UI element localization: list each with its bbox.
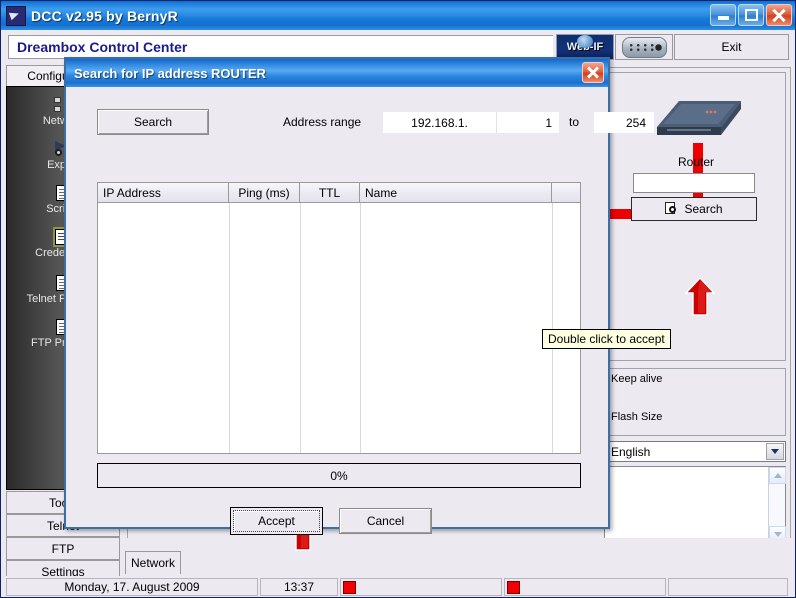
page-title: Dreambox Control Center <box>17 39 188 55</box>
results-grid[interactable]: IP Address Ping (ms) TTL Name <box>97 182 581 454</box>
keep-alive-label: Keep alive <box>611 373 663 385</box>
column-header-ping[interactable]: Ping (ms) <box>229 183 300 202</box>
column-header-name[interactable]: Name <box>360 183 552 202</box>
annotation-arrow-search <box>685 278 715 316</box>
dialog-body: Search Address range 192.168.1. 1 to 254… <box>66 87 654 535</box>
cancel-button[interactable]: Cancel <box>339 508 432 534</box>
alive-group: Keep alive Flash Size <box>604 368 786 436</box>
status-square-icon <box>343 580 356 594</box>
device-address-input[interactable] <box>633 173 755 193</box>
window-controls <box>710 3 792 26</box>
dialog-title-bar: Search for IP address ROUTER <box>66 59 608 87</box>
status-date: Monday, 17. August 2009 <box>6 578 258 596</box>
remote-control-icon <box>622 37 667 58</box>
grid-column-divider <box>300 203 301 453</box>
dialog-search-button[interactable]: Search <box>97 109 209 135</box>
application-window: DCC v2.95 by BernyR Dreambox Control Cen… <box>0 0 796 598</box>
exit-button[interactable]: Exit <box>674 34 789 60</box>
grid-column-divider <box>360 203 361 453</box>
globe-icon <box>577 35 593 48</box>
log-textarea[interactable] <box>604 466 786 544</box>
header-title-box: Dreambox Control Center <box>8 35 553 59</box>
grid-column-divider <box>229 203 230 453</box>
status-square-icon <box>507 580 520 594</box>
language-selected-label: English <box>611 444 651 459</box>
status-time: 13:37 <box>260 578 338 596</box>
tab-network[interactable]: Network <box>125 551 181 574</box>
router-image <box>657 101 741 135</box>
status-extra <box>668 578 788 596</box>
address-prefix-field: 192.168.1. <box>383 112 496 133</box>
device-search-label: Search <box>684 202 723 216</box>
device-search-button[interactable]: Search <box>631 197 757 221</box>
address-from-input[interactable]: 1 <box>496 112 559 133</box>
results-grid-header: IP Address Ping (ms) TTL Name <box>98 183 580 203</box>
address-range-label: Address range <box>283 115 362 129</box>
chevron-down-icon[interactable] <box>766 443 784 460</box>
title-bar: DCC v2.95 by BernyR <box>1 1 795 30</box>
maximize-icon[interactable] <box>738 4 764 26</box>
language-dropdown[interactable]: English <box>604 441 786 462</box>
close-icon[interactable] <box>766 4 792 26</box>
satellite-dish-icon <box>6 5 26 26</box>
dialog-close-icon[interactable] <box>582 62 604 83</box>
progress-bar: 0% <box>97 463 581 488</box>
tab-strip <box>125 538 795 550</box>
column-header-extra[interactable] <box>552 183 580 202</box>
remote-control-button[interactable] <box>615 34 673 60</box>
search-ip-dialog: Search for IP address ROUTER Search Addr… <box>64 57 654 535</box>
tooltip: Double click to accept <box>542 329 671 349</box>
magnifier-icon <box>665 202 679 216</box>
accept-button-label: Accept <box>233 510 320 532</box>
log-scrollbar[interactable] <box>768 467 786 543</box>
column-header-ttl[interactable]: TTL <box>300 183 360 202</box>
minimize-icon[interactable] <box>710 4 736 26</box>
window-title: DCC v2.95 by BernyR <box>31 7 178 24</box>
device-name-label: Router <box>677 155 715 169</box>
results-grid-rows <box>98 203 580 453</box>
status-indicator-2 <box>504 578 666 596</box>
scroll-up-icon[interactable] <box>769 467 786 484</box>
address-to-input[interactable]: 254 <box>594 112 654 133</box>
address-to-label: to <box>569 115 580 129</box>
status-bar: Monday, 17. August 2009 13:37 <box>2 576 795 597</box>
column-header-ip-address[interactable]: IP Address <box>98 183 229 202</box>
dialog-title: Search for IP address ROUTER <box>74 65 266 81</box>
sidebar-button-ftp[interactable]: FTP <box>6 537 120 560</box>
status-indicator-1 <box>340 578 502 596</box>
accept-button[interactable]: Accept <box>230 507 323 535</box>
flash-size-label: Flash Size <box>611 411 663 423</box>
